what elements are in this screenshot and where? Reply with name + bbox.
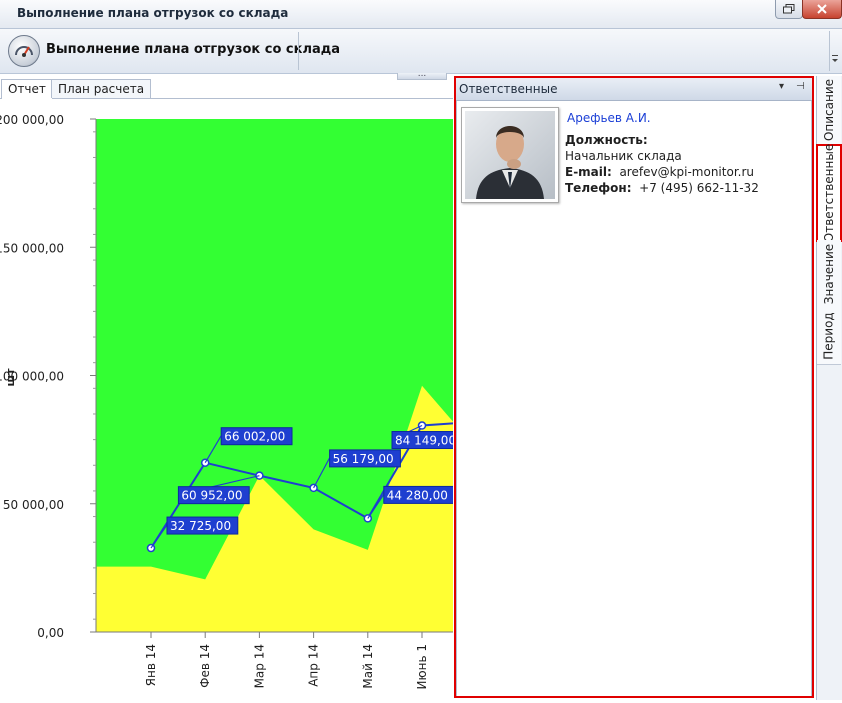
data-label: 84 149,00 <box>395 434 453 448</box>
side-tab-strip: Описание Ответственные Значение Период <box>816 76 842 700</box>
report-toolbar: Выполнение плана отгрузок со склада <box>0 29 842 74</box>
pin-icon[interactable]: ⊣ <box>796 81 805 92</box>
y-tick-label: 50 000,00 <box>3 498 64 512</box>
email-row: E-mail: arefev@kpi-monitor.ru <box>565 165 755 179</box>
chart-area: 0,00 50 000,00 100 000,00 150 000,00 200 000… <box>0 99 493 700</box>
x-tick-label: Мар 14 <box>252 644 266 688</box>
plan-chart: 0,0050 000,00100 000,00150 000,00200 000… <box>0 113 493 689</box>
panel-header: Ответственные ▾ ⊣ <box>456 78 812 101</box>
panel-title: Ответственные <box>459 82 558 96</box>
data-label: 60 952,00 <box>181 489 242 503</box>
x-tick-label: Июнь 1 <box>415 644 429 689</box>
toolbar-divider <box>298 32 299 70</box>
position-label: Должность: <box>565 133 648 147</box>
report-title: Выполнение плана отгрузок со склада <box>46 42 341 57</box>
y-axis-title: шт <box>4 368 17 387</box>
panel-body: Арефьев А.И. Должность: Начальник склада… <box>456 101 812 696</box>
restore-button[interactable] <box>775 0 803 19</box>
data-label: 56 179,00 <box>333 452 394 466</box>
speedometer-icon <box>8 35 40 67</box>
tab-report[interactable]: Отчет <box>1 79 53 99</box>
y-tick-label: 200 000,00 <box>0 113 64 127</box>
data-label: 44 280,00 <box>387 488 448 502</box>
phone-row: Телефон: +7 (495) 662-11-32 <box>565 181 759 195</box>
y-tick-label: 0,00 <box>37 626 64 640</box>
toolbar-scroll-button[interactable] <box>829 31 840 71</box>
restore-icon <box>783 4 795 14</box>
report-tabs: Отчет План расчета <box>0 78 453 99</box>
email-value[interactable]: arefev@kpi-monitor.ru <box>619 165 754 179</box>
data-label: 66 002,00 <box>224 430 285 444</box>
x-tick-label: Янв 14 <box>144 644 158 686</box>
close-button[interactable] <box>802 0 842 19</box>
data-label: 32 725,00 <box>170 519 231 533</box>
window-title: Выполнение плана отгрузок со склада <box>17 6 289 20</box>
close-icon <box>817 4 827 14</box>
side-tab-period[interactable]: Период <box>817 308 841 365</box>
tab-calc-plan[interactable]: План расчета <box>51 79 152 98</box>
side-tab-responsible[interactable]: Ответственные <box>816 144 842 242</box>
person-photo <box>461 107 559 203</box>
responsible-panel: Ответственные ▾ ⊣ Арефьев А.И. Должность… <box>454 76 814 698</box>
side-tab-description[interactable]: Описание <box>817 76 841 145</box>
position-value: Начальник склада <box>565 149 682 163</box>
person-name-link[interactable]: Арефьев А.И. <box>567 111 651 125</box>
window-titlebar: Выполнение плана отгрузок со склада <box>0 0 842 29</box>
x-tick-label: Апр 14 <box>307 644 321 687</box>
chevron-down-icon <box>832 55 838 62</box>
x-tick-label: Фев 14 <box>198 644 212 688</box>
phone-value: +7 (495) 662-11-32 <box>639 181 759 195</box>
y-tick-label: 150 000,00 <box>0 241 64 255</box>
x-tick-label: Май 14 <box>361 644 375 689</box>
panel-menu-icon[interactable]: ▾ <box>779 81 784 92</box>
side-tab-value[interactable]: Значение <box>817 240 841 309</box>
